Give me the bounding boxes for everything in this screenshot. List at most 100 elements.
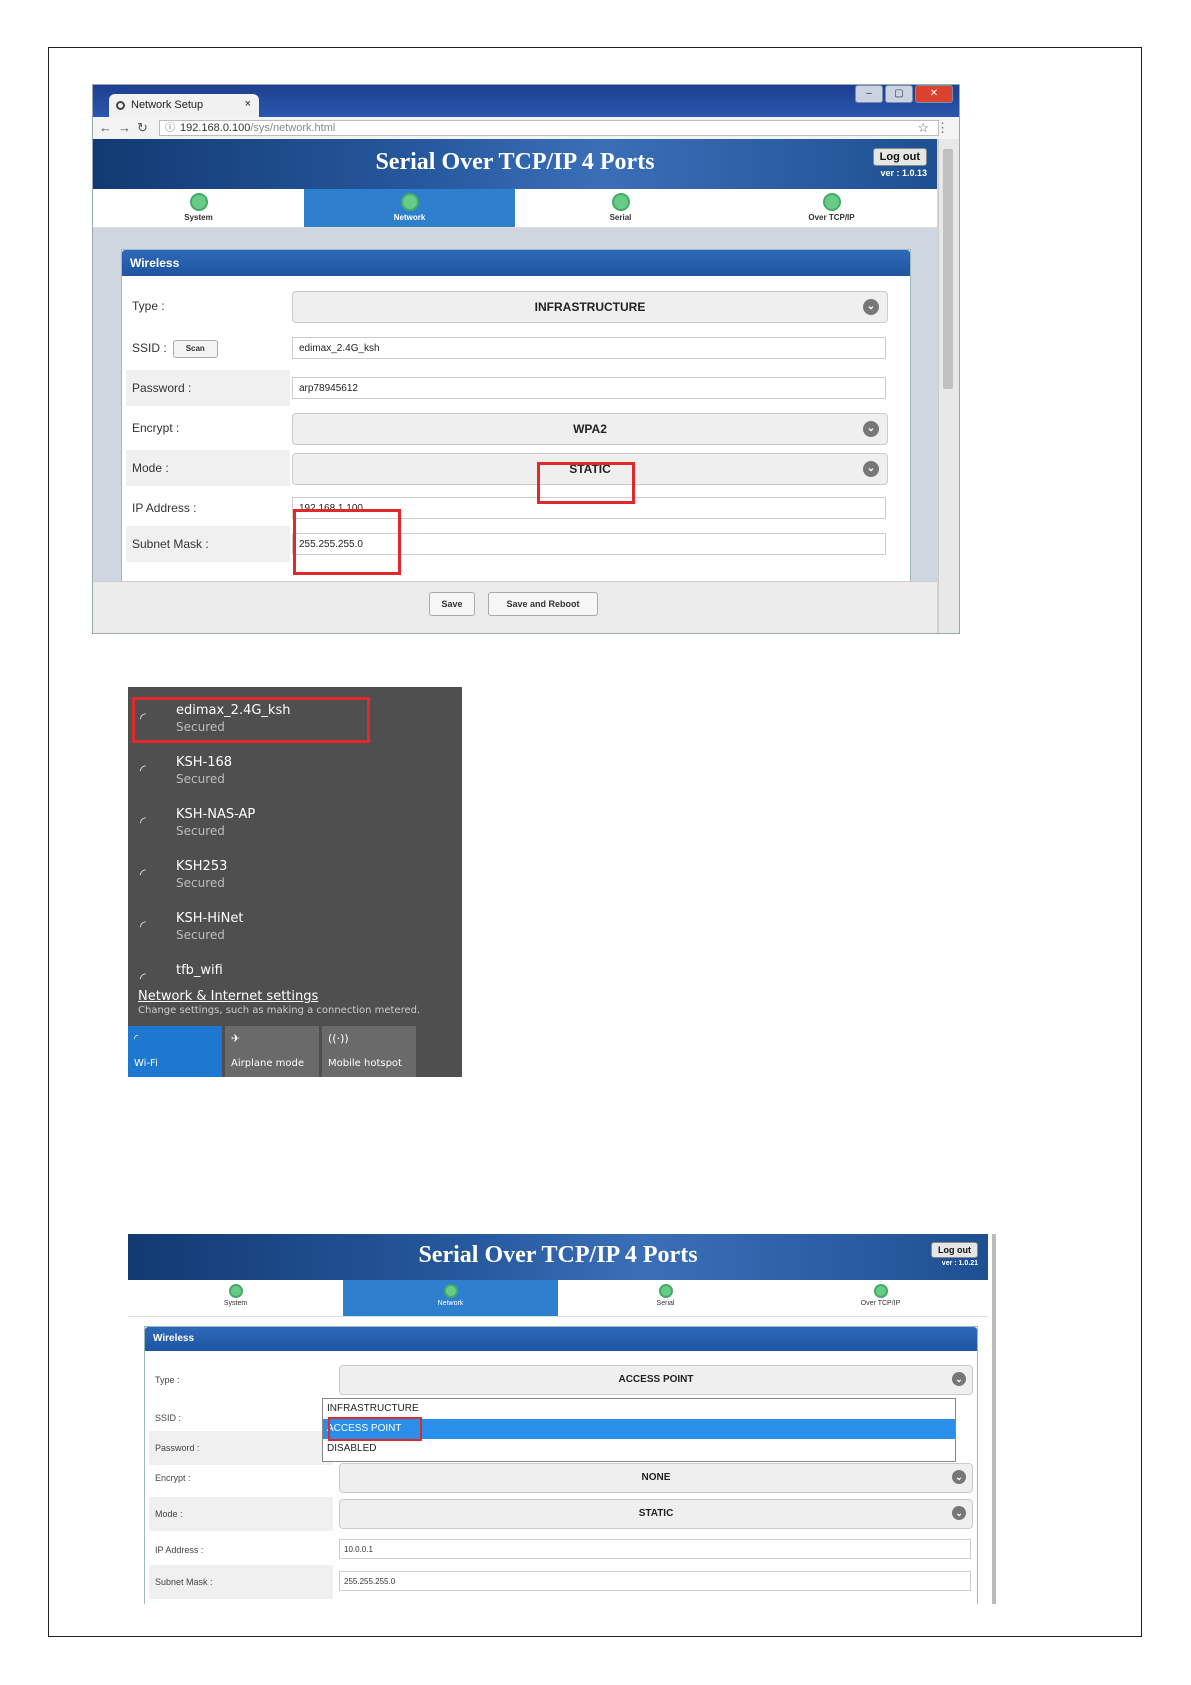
quick-wifi-label: Wi-Fi [134,1058,158,1069]
tab-over-tcpip[interactable]: Over TCP/IP [726,189,937,227]
tab-system[interactable]: System [93,189,304,227]
logout-button[interactable]: Log out [931,1242,978,1258]
tab-network[interactable]: Network [304,189,515,227]
browser-screenshot-network-setup: Network Setup × – ▢ ✕ ←→↻ ⓘ 192.168.0.10… [92,84,960,634]
system-icon [228,1284,243,1298]
ip-label: IP Address : [155,1545,204,1555]
tab-serial[interactable]: Serial [515,189,726,227]
chevron-down-icon: ⌄ [952,1470,966,1484]
logout-button[interactable]: Log out [872,148,927,166]
maximize-button[interactable]: ▢ [885,85,913,103]
wifi-signal-icon: ◜ [140,761,146,779]
tab-over-tcpip-label: Over TCP/IP [808,213,855,222]
tab-over-tcpip[interactable]: Over TCP/IP [773,1280,988,1316]
chevron-down-icon: ⌄ [863,421,879,437]
tab-system[interactable]: System [128,1280,343,1316]
chevron-down-icon: ⌄ [952,1506,966,1520]
type-select[interactable]: INFRASTRUCTURE ⌄ [292,291,888,323]
browser-tab[interactable]: Network Setup × [109,94,259,117]
quick-action-hotspot[interactable]: ((·)) Mobile hotspot [322,1026,416,1077]
page-scrollbar[interactable] [938,139,959,633]
main-tabs: System Network Serial Over TCP/IP [128,1280,988,1317]
quick-action-wifi[interactable]: ◜ Wi-Fi [128,1026,222,1077]
type-value: INFRASTRUCTURE [534,300,646,314]
chevron-down-icon: ⌄ [863,299,879,315]
save-button[interactable]: Save [429,592,475,616]
tab-system-label: System [223,1300,248,1307]
tab-serial[interactable]: Serial [558,1280,773,1316]
ip-input[interactable]: 10.0.0.1 [339,1539,971,1559]
bookmark-star-icon[interactable]: ☆ [917,120,929,136]
list-item[interactable]: ◜ KSH-HiNet Secured [136,907,436,951]
mask-row: Subnet Mask : 255.255.255.0 [126,526,904,562]
quick-action-airplane[interactable]: ✈ Airplane mode [225,1026,319,1077]
app-header: Serial Over TCP/IP 4 Ports Log out ver :… [128,1234,988,1280]
wireless-panel: Wireless Type : INFRASTRUCTURE ⌄ SSID : Sc… [121,249,911,611]
ssid-input[interactable]: edimax_2.4G_ksh [292,337,886,359]
dropdown-option-disabled[interactable]: DISABLED [323,1439,955,1459]
mask-label: Subnet Mask : [126,526,290,562]
tab-close-icon[interactable]: × [245,98,251,110]
url-field[interactable]: ⓘ 192.168.0.100/sys/network.html [159,120,939,136]
main-tabs: System Network Serial Over TCP/IP [93,189,937,228]
list-item[interactable]: ◜ KSH-NAS-AP Secured [136,803,436,847]
ssid-label-group: SSID : Scan [126,330,290,366]
tab-system-label: System [184,213,213,222]
scrollbar-thumb[interactable] [943,149,953,389]
scan-button[interactable]: Scan [172,339,218,358]
tab-network[interactable]: Network [343,1280,558,1316]
highlight-box-ip-mask [293,509,401,575]
type-value: ACCESS POINT [618,1374,694,1385]
app-title: Serial Over TCP/IP 4 Ports [375,149,655,175]
quick-airplane-label: Airplane mode [231,1058,305,1069]
network-name: KSH-NAS-AP [176,807,256,822]
password-input[interactable]: arp78945612 [292,377,886,399]
list-item[interactable]: ◜ KSH253 Secured [136,855,436,899]
network-name: KSH253 [176,859,228,874]
dropdown-option-infrastructure[interactable]: INFRASTRUCTURE [323,1399,955,1419]
chevron-down-icon: ⌄ [863,461,879,477]
network-settings-link[interactable]: Network & Internet settings [138,989,318,1004]
mode-row: Mode : STATIC ⌄ [149,1497,973,1531]
navigation-icons[interactable]: ←→↻ [99,120,154,136]
ssid-label: SSID : [155,1413,182,1423]
app-header: Serial Over TCP/IP 4 Ports Log out ver :… [93,139,937,189]
serial-icon [658,1284,673,1298]
password-row: Password : arp78945612 [126,370,904,406]
mask-row: Subnet Mask : 255.255.255.0 [149,1565,973,1599]
list-item[interactable]: ◜ KSH-168 Secured [136,751,436,795]
mode-label: Mode : [126,450,290,486]
menu-kebab-icon[interactable]: ⋮ [936,120,949,136]
encrypt-select[interactable]: WPA2 ⌄ [292,413,888,445]
network-name: tfb_wifi [176,963,223,978]
wireless-panel: Wireless Type : ACCESS POINT ⌄ SSID : Pas… [144,1326,978,1604]
access-point-screenshot: Serial Over TCP/IP 4 Ports Log out ver :… [128,1234,996,1604]
minimize-button[interactable]: – [855,85,883,103]
save-and-reboot-button[interactable]: Save and Reboot [488,592,598,616]
browser-titlebar: Network Setup × – ▢ ✕ [93,85,959,117]
serial-icon [611,193,630,211]
logout-area: Log out ver : 1.0.21 [931,1240,978,1267]
mode-select[interactable]: STATIC ⌄ [339,1499,973,1529]
close-window-button[interactable]: ✕ [915,85,953,103]
tab-serial-label: Serial [656,1300,675,1307]
ssid-row: SSID : Scan edimax_2.4G_ksh [126,330,904,366]
info-icon[interactable]: ⓘ [165,122,175,136]
ssid-label: SSID : [132,341,167,355]
mask-input[interactable]: 255.255.255.0 [339,1571,971,1591]
encrypt-value: WPA2 [573,422,607,436]
logout-area: Log out ver : 1.0.13 [872,147,927,178]
encrypt-row: Encrypt : WPA2 ⌄ [126,410,904,446]
encrypt-label: Encrypt : [132,421,180,435]
password-label: Password : [149,1431,333,1465]
type-label: Type : [155,1375,180,1385]
network-status: Secured [176,824,225,838]
encrypt-row: Encrypt : NONE ⌄ [149,1461,973,1495]
network-settings-subtext: Change settings, such as making a connec… [138,1005,421,1016]
version-label: ver : 1.0.13 [880,168,927,178]
mask-label: Subnet Mask : [149,1565,333,1599]
type-row: Type : INFRASTRUCTURE ⌄ [126,288,904,324]
quick-hotspot-label: Mobile hotspot [328,1058,402,1069]
type-select[interactable]: ACCESS POINT ⌄ [339,1365,973,1395]
encrypt-select[interactable]: NONE ⌄ [339,1463,973,1493]
